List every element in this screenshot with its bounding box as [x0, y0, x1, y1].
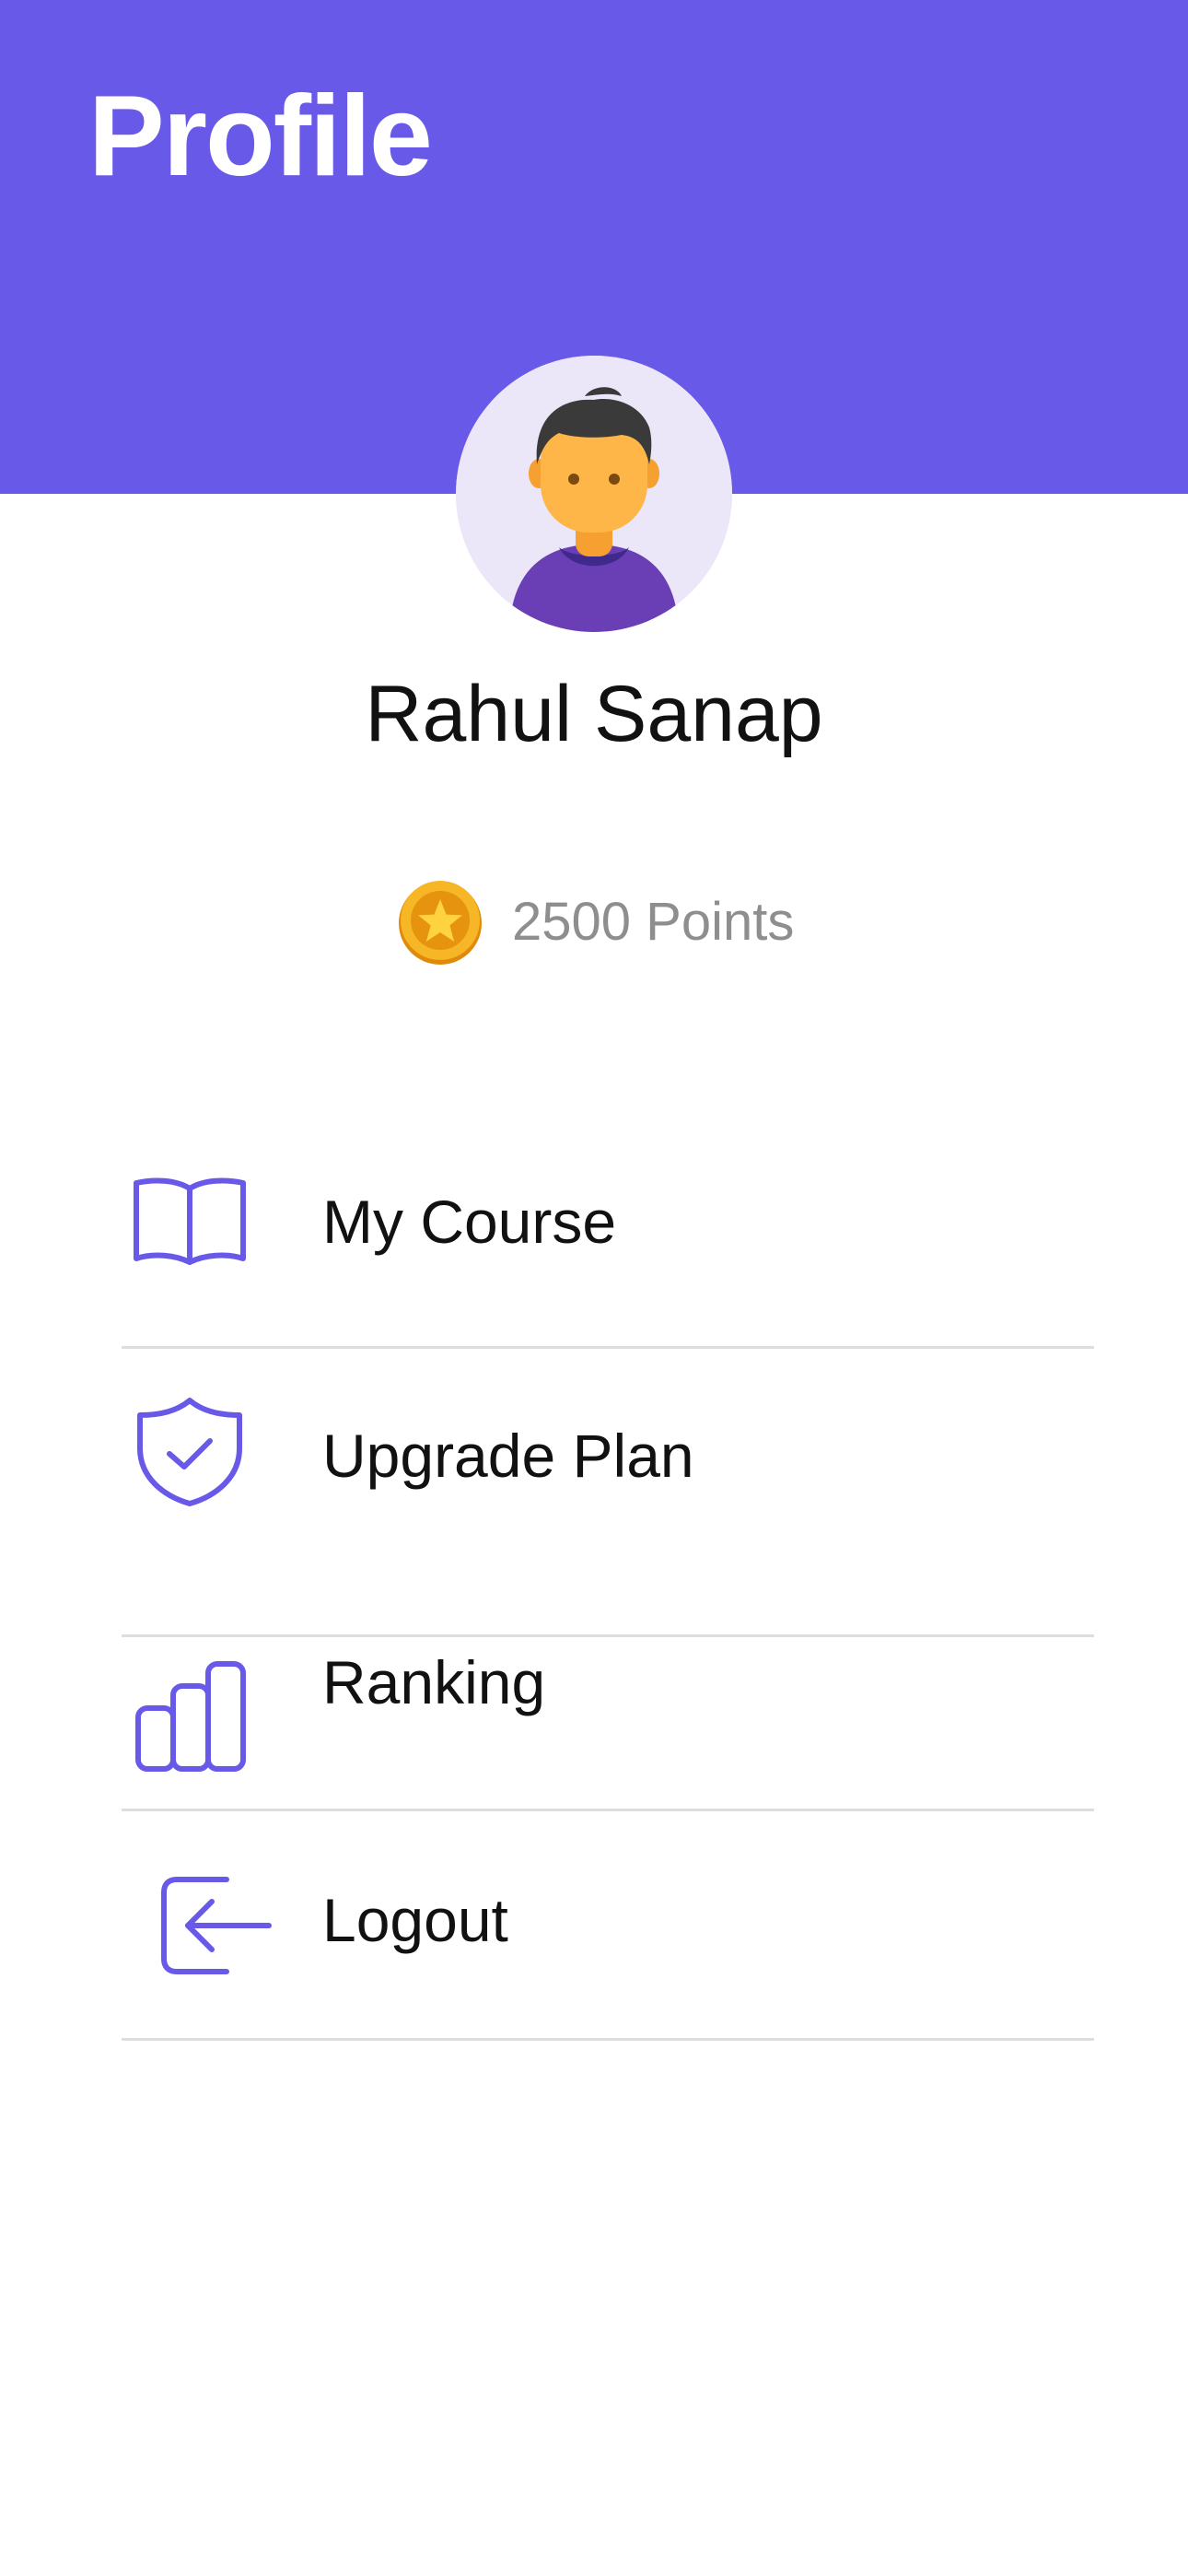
gold-star-coin-icon [399, 881, 482, 965]
shield-check-icon [137, 1398, 242, 1506]
menu-item-label: Upgrade Plan [322, 1422, 694, 1490]
menu-item-label: Logout [322, 1886, 508, 1954]
user-avatar-icon [456, 356, 732, 632]
profile-screen: Profile Rahul Sanap 2500 Points My Cours… [0, 0, 1188, 2576]
page-title: Profile [88, 73, 433, 200]
open-book-icon [134, 1177, 246, 1265]
points-label: 2500 Points [512, 891, 795, 952]
menu-divider [122, 1634, 1094, 1637]
bar-chart-icon [135, 1661, 246, 1772]
menu-item-upgrade-plan[interactable]: Upgrade Plan [122, 1382, 1094, 1548]
menu-divider [122, 1346, 1094, 1349]
menu-item-ranking[interactable]: Ranking [122, 1642, 1094, 1808]
menu-item-label: My Course [322, 1188, 617, 1256]
user-name: Rahul Sanap [365, 670, 823, 758]
menu-item-my-course[interactable]: My Course [122, 1161, 1094, 1290]
logout-arrow-icon [161, 1877, 272, 1974]
points-display: 2500 Points [396, 877, 794, 966]
menu-divider [122, 1809, 1094, 1811]
menu-item-logout[interactable]: Logout [122, 1843, 1094, 2027]
menu-item-label: Ranking [322, 1648, 546, 1716]
avatar[interactable] [456, 356, 732, 632]
menu-divider [122, 2038, 1094, 2041]
